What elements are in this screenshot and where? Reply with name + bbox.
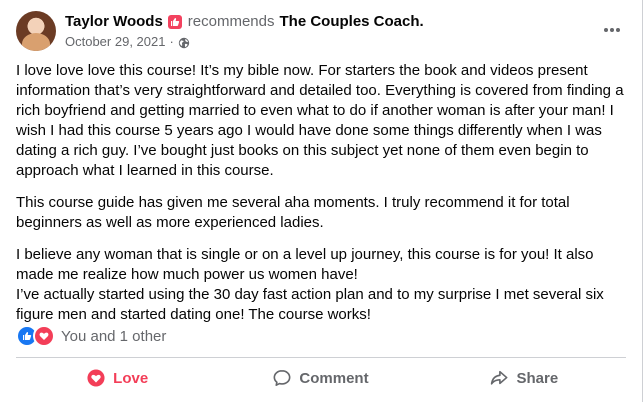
post-body: I love love love this course! It’s my bi… xyxy=(16,61,628,325)
comment-icon xyxy=(273,369,291,387)
post-actions: Love Comment Share xyxy=(16,362,626,394)
more-dot-icon xyxy=(610,28,614,32)
date-separator: · xyxy=(169,33,174,49)
post-header: Taylor Woods recommends The Couples Coac… xyxy=(16,10,424,52)
love-icon xyxy=(87,369,105,387)
recommends-label: recommends xyxy=(187,12,275,30)
share-label: Share xyxy=(516,369,559,387)
page-name[interactable]: The Couples Coach. xyxy=(280,12,424,32)
post-date[interactable]: October 29, 2021 xyxy=(65,33,165,51)
globe-icon[interactable] xyxy=(178,36,190,48)
post-headline: Taylor Woods recommends The Couples Coac… xyxy=(65,12,424,32)
more-dot-icon xyxy=(616,28,620,32)
love-icon xyxy=(33,325,55,347)
share-button[interactable]: Share xyxy=(423,362,626,394)
more-dot-icon xyxy=(604,28,608,32)
love-label: Love xyxy=(113,369,149,387)
avatar[interactable] xyxy=(16,11,56,51)
more-options-button[interactable] xyxy=(594,16,630,44)
comment-button[interactable]: Comment xyxy=(219,362,422,394)
reactions-summary[interactable]: You and 1 other xyxy=(16,325,167,347)
post-date-line: October 29, 2021 · xyxy=(65,33,424,51)
post-paragraph: I’ve actually started using the 30 day f… xyxy=(16,286,604,323)
recommend-icon xyxy=(167,14,182,29)
reaction-icons xyxy=(16,325,55,347)
share-icon xyxy=(491,370,508,385)
post-meta: Taylor Woods recommends The Couples Coac… xyxy=(65,12,424,51)
post-paragraph: I believe any woman that is single or on… xyxy=(16,246,594,283)
author-name[interactable]: Taylor Woods xyxy=(65,12,163,32)
post-paragraph: This course guide has given me several a… xyxy=(16,194,570,231)
post-paragraph: I love love love this course! It’s my bi… xyxy=(16,62,624,179)
actions-divider xyxy=(16,357,626,358)
comment-label: Comment xyxy=(299,369,369,387)
love-button[interactable]: Love xyxy=(16,362,219,394)
reactions-text: You and 1 other xyxy=(61,327,167,345)
post-card: Taylor Woods recommends The Couples Coac… xyxy=(0,0,643,402)
